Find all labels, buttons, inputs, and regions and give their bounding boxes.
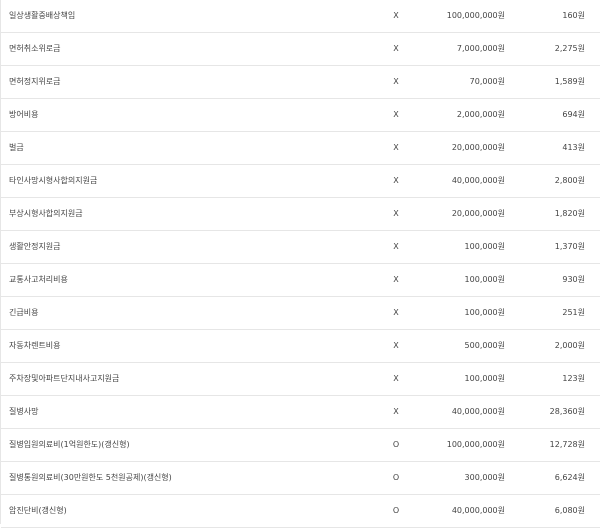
coverage-name: 교통사고처리비용 <box>9 275 68 284</box>
coverage-name: 암진단비(갱신형) <box>9 506 67 515</box>
table-row: 방어비용 X 2,000,000원 694원 <box>1 99 600 132</box>
table-row: 교통사고처리비용 X 100,000원 930원 <box>1 264 600 297</box>
premium-amount: 1,370원 <box>554 242 585 251</box>
coverage-amount: 2,000,000원 <box>456 110 505 119</box>
coverage-amount: 100,000원 <box>464 374 505 383</box>
coverage-name: 주차장및아파트단지내사고지원금 <box>9 374 120 383</box>
table-row: 암진단비(갱신형) O 40,000,000원 6,080원 <box>1 495 600 528</box>
premium-amount: 123원 <box>562 374 585 383</box>
table-row: 주차장및아파트단지내사고지원금 X 100,000원 123원 <box>1 363 600 396</box>
premium-amount: 930원 <box>562 275 585 284</box>
premium-amount: 694원 <box>562 110 585 119</box>
premium-amount: 12,728원 <box>549 440 585 449</box>
table-row: 면허취소위로금 X 7,000,000원 2,275원 <box>1 33 600 66</box>
coverage-amount: 40,000,000원 <box>451 506 505 515</box>
coverage-name: 타인사망시형사합의지원금 <box>9 176 98 185</box>
coverage-amount: 100,000,000원 <box>446 11 505 20</box>
table-row: 질병입원의료비(1억원한도)(갱신형) O 100,000,000원 12,72… <box>1 429 600 462</box>
premium-amount: 6,624원 <box>554 473 585 482</box>
coverage-name: 생활안정지원금 <box>9 242 61 251</box>
premium-amount: 28,360원 <box>549 407 585 416</box>
coverage-amount: 7,000,000원 <box>456 44 505 53</box>
coverage-name: 자동차렌트비용 <box>9 341 61 350</box>
coverage-name: 벌금 <box>9 143 24 152</box>
coverage-name: 면허취소위로금 <box>9 44 61 53</box>
coverage-amount: 40,000,000원 <box>451 407 505 416</box>
coverage-amount: 500,000원 <box>464 341 505 350</box>
coverage-amount: 20,000,000원 <box>451 209 505 218</box>
table-row: 일상생활중배상책임 X 100,000,000원 160원 <box>1 0 600 33</box>
table-row: 부상시형사합의지원금 X 20,000,000원 1,820원 <box>1 198 600 231</box>
coverage-name: 긴급비용 <box>9 308 39 317</box>
premium-amount: 1,820원 <box>554 209 585 218</box>
coverage-amount: 100,000원 <box>464 242 505 251</box>
coverage-name: 부상시형사합의지원금 <box>9 209 83 218</box>
premium-amount: 2,275원 <box>554 44 585 53</box>
premium-amount: 251원 <box>562 308 585 317</box>
coverage-name: 방어비용 <box>9 110 39 119</box>
premium-amount: 2,000원 <box>554 341 585 350</box>
table-row: 긴급비용 X 100,000원 251원 <box>1 297 600 330</box>
coverage-name: 일상생활중배상책임 <box>9 11 76 20</box>
coverage-amount: 40,000,000원 <box>451 176 505 185</box>
premium-amount: 2,800원 <box>554 176 585 185</box>
table-row: 벌금 X 20,000,000원 413원 <box>1 132 600 165</box>
coverage-amount: 70,000원 <box>469 77 505 86</box>
coverage-amount: 300,000원 <box>464 473 505 482</box>
premium-amount: 160원 <box>562 11 585 20</box>
table-row: 자동차렌트비용 X 500,000원 2,000원 <box>1 330 600 363</box>
coverage-amount: 100,000원 <box>464 308 505 317</box>
coverage-name: 면허정지위로금 <box>9 77 61 86</box>
premium-amount: 413원 <box>562 143 585 152</box>
coverage-amount: 20,000,000원 <box>451 143 505 152</box>
coverage-name: 질병통원의료비(30만원한도 5천원공제)(갱신형) <box>9 473 172 482</box>
table-row: 타인사망시형사합의지원금 X 40,000,000원 2,800원 <box>1 165 600 198</box>
premium-amount: 6,080원 <box>554 506 585 515</box>
table-row: 질병통원의료비(30만원한도 5천원공제)(갱신형) O 300,000원 6,… <box>1 462 600 495</box>
table-row: 생활안정지원금 X 100,000원 1,370원 <box>1 231 600 264</box>
coverage-amount: 100,000원 <box>464 275 505 284</box>
coverage-name: 질병입원의료비(1억원한도)(갱신형) <box>9 440 130 449</box>
premium-amount: 1,589원 <box>554 77 585 86</box>
coverage-name: 질병사망 <box>9 407 39 416</box>
coverage-amount: 100,000,000원 <box>446 440 505 449</box>
coverage-table: 일상생활중배상책임 X 100,000,000원 160원 면허취소위로금 X … <box>0 0 600 528</box>
table-row: 질병사망 X 40,000,000원 28,360원 <box>1 396 600 429</box>
table-row: 면허정지위로금 X 70,000원 1,589원 <box>1 66 600 99</box>
